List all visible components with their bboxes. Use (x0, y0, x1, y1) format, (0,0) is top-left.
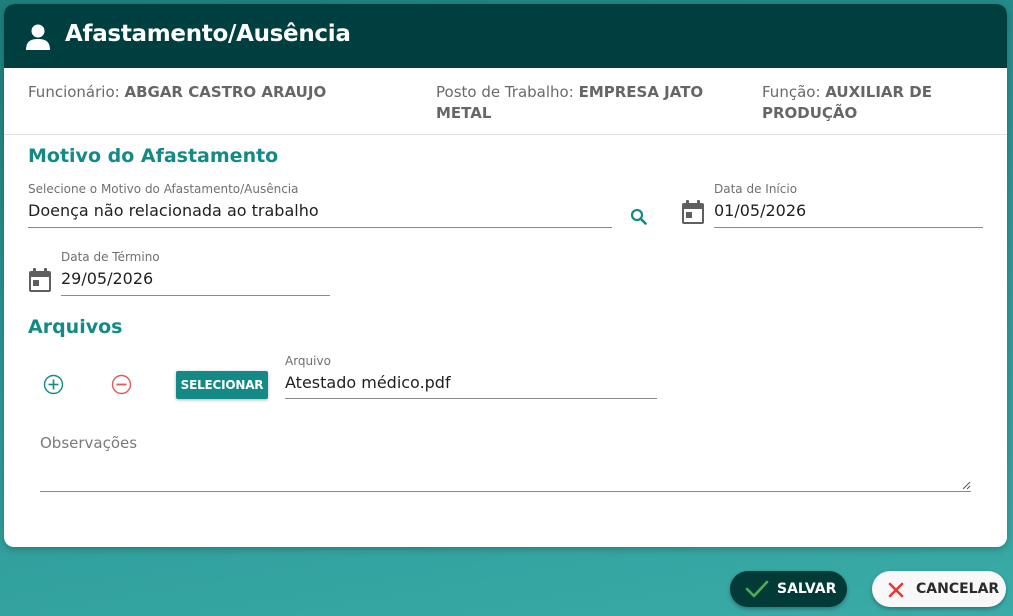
resize-grip-icon[interactable] (962, 481, 971, 490)
employee-value: ABGAR CASTRO ARAUJO (124, 83, 327, 101)
reason-input[interactable]: Doença não relacionada ao trabalho (28, 201, 319, 220)
user-icon (26, 24, 50, 50)
start-date-input[interactable]: 01/05/2026 (714, 201, 806, 220)
file-label: Arquivo (285, 354, 331, 368)
add-circle-icon[interactable] (43, 374, 64, 395)
end-date-label: Data de Término (61, 250, 160, 264)
notes-underline (40, 491, 971, 492)
file-input[interactable]: Atestado médico.pdf (285, 373, 451, 392)
role-info: Função: AUXILIAR DE PRODUÇÃO (762, 82, 982, 124)
check-icon (745, 580, 769, 598)
dialog-title: Afastamento/Ausência (65, 21, 351, 47)
save-label: SALVAR (777, 581, 837, 597)
start-date-label: Data de Início (714, 182, 798, 196)
role-label: Função: (762, 83, 821, 101)
save-button[interactable]: SALVAR (730, 571, 847, 607)
calendar-icon[interactable] (682, 200, 704, 224)
calendar-icon[interactable] (29, 268, 51, 292)
close-icon (888, 582, 904, 598)
post-label: Posto de Trabalho: (436, 83, 574, 101)
reason-label: Selecione o Motivo do Afastamento/Ausênc… (28, 182, 299, 196)
cancel-button[interactable]: CANCELAR (872, 571, 1006, 607)
reason-section-title: Motivo do Afastamento (28, 145, 279, 167)
employee-info: Funcionário: ABGAR CASTRO ARAUJO (28, 82, 408, 103)
dialog-header: Afastamento/Ausência (4, 4, 1007, 68)
dialog: Afastamento/Ausência Funcionário: ABGAR … (4, 4, 1007, 547)
cancel-label: CANCELAR (916, 581, 1000, 597)
notes-textarea[interactable]: Observações (40, 434, 137, 452)
employee-info-row: Funcionário: ABGAR CASTRO ARAUJO Posto d… (4, 68, 1007, 135)
start-date-underline (714, 227, 983, 228)
remove-circle-icon[interactable] (111, 374, 132, 395)
select-file-button[interactable]: SELECIONAR (176, 371, 268, 399)
search-icon[interactable] (630, 208, 647, 225)
reason-underline (28, 227, 612, 228)
employee-label: Funcionário: (28, 83, 120, 101)
end-date-input[interactable]: 29/05/2026 (61, 269, 153, 288)
end-date-underline (61, 295, 330, 296)
file-underline (285, 398, 657, 399)
files-section-title: Arquivos (28, 316, 123, 338)
post-info: Posto de Trabalho: EMPRESA JATO METAL (436, 82, 736, 124)
